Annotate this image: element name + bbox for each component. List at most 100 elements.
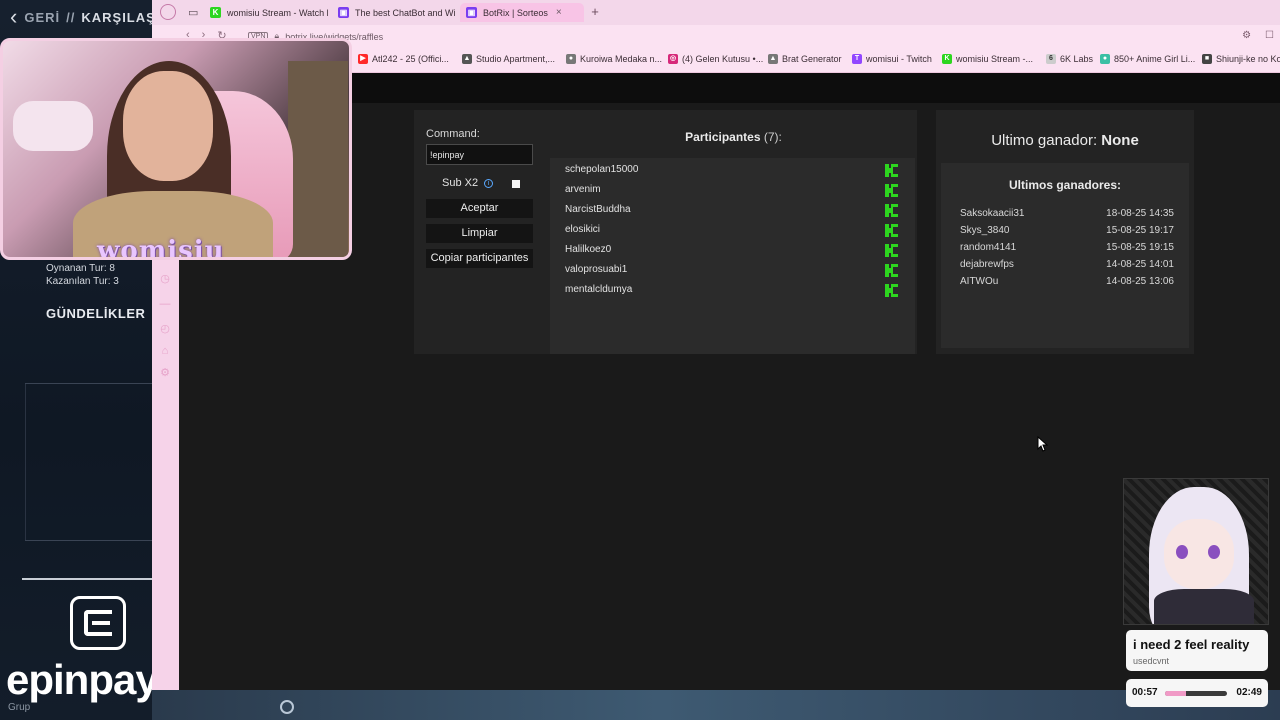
table-row: random4141 15-08-25 19:15 — [960, 242, 1174, 253]
back-label: GERİ — [24, 9, 61, 25]
last-winner: Ultimo ganador: None — [991, 132, 1139, 149]
elapsed-time: 00:57 — [1132, 687, 1158, 698]
bookmark-item[interactable]: Twomisui - Twitch — [852, 54, 932, 64]
kick-icon: K — [210, 7, 221, 18]
round-stats: Oynanan Tur: 8 Kazanılan Tur: 3 — [46, 262, 119, 288]
participants-panel: Participantes (7): schepolan15000 arveni… — [550, 110, 917, 354]
sub-x2-checkbox[interactable] — [512, 180, 520, 188]
command-input[interactable] — [426, 144, 533, 165]
chevron-left-icon: ‹ — [10, 4, 19, 29]
kick-icon — [885, 164, 898, 177]
bookmark-icon: ▲ — [768, 54, 778, 64]
webcam-name: womisiu — [97, 236, 225, 260]
participants-title: Participantes (7): — [685, 130, 782, 144]
bookmark-item[interactable]: ● Kuroiwa Medaka n... — [566, 54, 662, 64]
list-item: elosikici — [565, 220, 910, 240]
streamer-face — [123, 71, 213, 181]
bookmark-item[interactable]: ◎ (4) Gelen Kutusu •... — [668, 54, 763, 64]
avatar-eye — [1176, 545, 1188, 559]
back-button[interactable]: ‹ GERİ // KARŞILAŞ — [10, 4, 156, 29]
youtube-icon: ▶ — [358, 54, 368, 64]
song-artist: usedcvnt — [1133, 656, 1170, 666]
history-icon[interactable]: ◷ — [159, 273, 171, 285]
webcam-overlay: womisiu — [0, 38, 352, 260]
avatar-coat — [1154, 589, 1254, 624]
played-rounds: Oynanan Tur: 8 — [46, 263, 115, 274]
progress-bar — [1165, 691, 1227, 696]
sub-x2-row: Sub X2 i — [442, 177, 494, 189]
fingerprint-icon[interactable] — [280, 700, 294, 714]
bookmark-item[interactable]: ■ Shiunji-ke no Ko — [1202, 54, 1280, 64]
footer-text: Grup — [8, 702, 31, 713]
taskbar — [152, 690, 1280, 720]
tab-strip: ▭ K womisiu Stream - Watch l ▣ The best … — [152, 0, 1280, 25]
screen: ‹ GERİ // KARŞILAŞ Oynanan Tur: 8 Kazanı… — [0, 0, 1280, 720]
recent-winners-panel: Ultimos ganadores: Saksokaacii31 18-08-25… — [941, 163, 1189, 348]
vtuber-avatar — [1123, 478, 1269, 625]
divider — [25, 383, 152, 384]
twitch-icon: T — [852, 54, 862, 64]
list-item: arvenim — [565, 180, 910, 200]
new-tab-button[interactable]: + — [588, 5, 602, 19]
avatar-face — [1164, 519, 1234, 589]
table-row: dejabrewfps 14-08-25 14:01 — [960, 259, 1174, 270]
kick-icon — [885, 244, 898, 257]
clock-icon[interactable]: ◴ — [159, 323, 171, 335]
bookmark-icon: ● — [1100, 54, 1110, 64]
bookmark-item[interactable]: 6 6K Labs — [1046, 54, 1093, 64]
daily-title: GÜNDELİKLER — [46, 306, 146, 321]
list-item: valoprosuabi1 — [565, 260, 910, 280]
bookmark-icon: ■ — [1202, 54, 1212, 64]
bookmark-item[interactable]: ▲ Brat Generator — [768, 54, 842, 64]
mouse-cursor-icon — [1037, 436, 1049, 452]
daily-panel — [25, 383, 152, 540]
participants-count: (7): — [763, 130, 782, 144]
kick-icon — [885, 184, 898, 197]
settings-icon[interactable]: ⚙ — [1242, 30, 1251, 41]
workspace-icon[interactable] — [160, 4, 176, 20]
raffle-controls-card: Command: Sub X2 i Aceptar Limpiar Copiar… — [414, 110, 917, 354]
botrix-icon: ▣ — [466, 7, 477, 18]
gear-icon[interactable]: ⚙ — [159, 367, 171, 379]
progress-fill — [1165, 691, 1187, 696]
last-winner-value: None — [1101, 132, 1139, 149]
window-blinds — [288, 61, 348, 257]
list-item: mentalcldumya — [565, 280, 910, 300]
bookmark-item[interactable]: ▶ Atl242 - 25 (Offici... — [358, 54, 449, 64]
tab-botrix-raffles[interactable]: ▣ BotRix | Sorteos × — [460, 3, 584, 22]
home-icon[interactable]: ⌂ — [159, 345, 171, 357]
address-actions: ⚙ ☐ — [1242, 30, 1274, 41]
bookmark-icon[interactable]: ☐ — [1265, 30, 1274, 41]
tab-kick-stream[interactable]: K womisiu Stream - Watch l — [204, 3, 328, 22]
list-item: schepolan15000 — [565, 160, 910, 180]
kick-icon — [885, 264, 898, 277]
kick-icon — [885, 204, 898, 217]
accept-button[interactable]: Aceptar — [426, 199, 533, 218]
command-label: Command: — [426, 128, 480, 140]
participants-list: schepolan15000 arvenim NarcistBuddha elo… — [550, 158, 915, 354]
tab-manager-icon[interactable]: ▭ — [182, 3, 204, 22]
tab-botrix-chatbot[interactable]: ▣ The best ChatBot and Wi — [332, 3, 456, 22]
plush-toys — [13, 101, 93, 151]
bookmark-item[interactable]: Kwomisiu Stream -... — [942, 54, 1033, 64]
brand-text: epinpay — [6, 656, 159, 703]
now-playing-card: i need 2 feel reality usedcvnt — [1126, 630, 1268, 671]
sub-x2-label: Sub X2 — [442, 177, 479, 189]
botrix-icon: ▣ — [338, 7, 349, 18]
sidebar-divider: — — [159, 298, 171, 310]
info-icon[interactable]: i — [484, 178, 494, 188]
song-title: i need 2 feel reality — [1133, 637, 1250, 652]
close-icon[interactable]: × — [556, 7, 562, 18]
table-row: Saksokaacii31 18-08-25 14:35 — [960, 208, 1174, 219]
avatar-eye — [1208, 545, 1220, 559]
copy-participants-button[interactable]: Copiar participantes — [426, 249, 533, 268]
recent-winners-title: Ultimos ganadores: — [1008, 178, 1122, 192]
section-title: KARŞILAŞ — [81, 9, 156, 25]
player-progress: 00:57 02:49 — [1126, 679, 1268, 707]
bookmark-item[interactable]: ● 850+ Anime Girl Li... — [1100, 54, 1195, 64]
bookmark-item[interactable]: ▲ Studio Apartment,... — [462, 54, 555, 64]
bookmark-icon: ● — [566, 54, 576, 64]
clear-button[interactable]: Limpiar — [426, 224, 533, 243]
epinpay-logo-icon — [70, 596, 126, 650]
table-row: AITWOu 14-08-25 13:06 — [960, 276, 1174, 287]
